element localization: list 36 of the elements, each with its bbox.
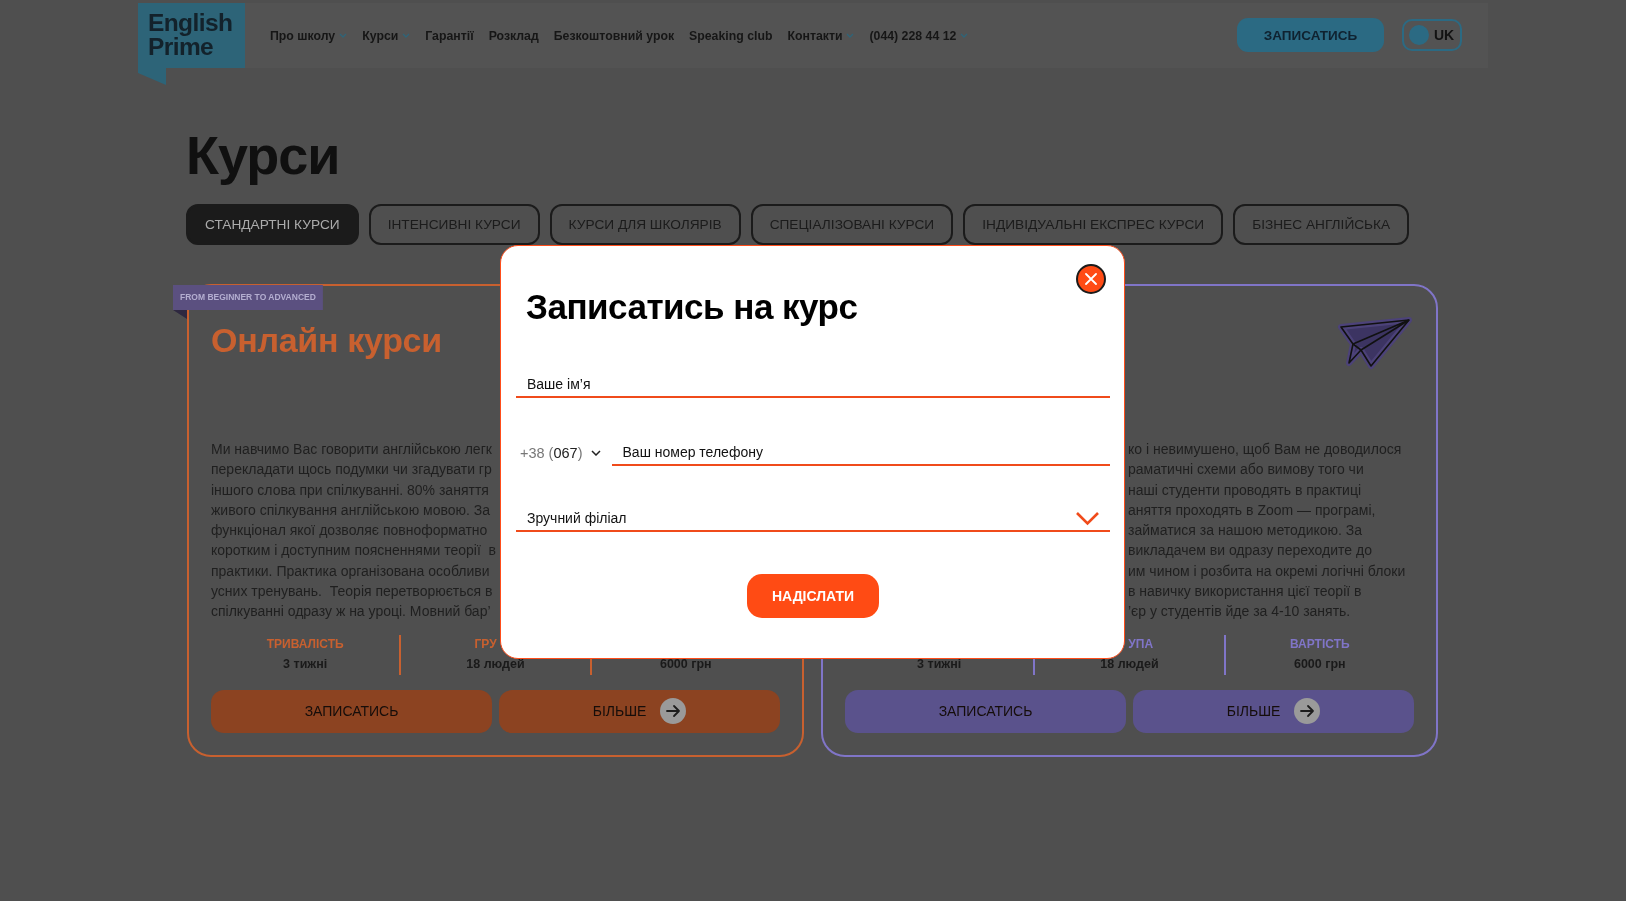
nav-link[interactable]: Про школу	[270, 28, 348, 43]
close-icon	[1085, 273, 1097, 285]
arrow-right-icon	[1294, 698, 1321, 725]
nav-link[interactable]: Гарантії	[425, 28, 474, 43]
enroll-button[interactable]: ЗАПИСАТИСЬ	[211, 689, 492, 733]
arrow-right-icon	[660, 698, 687, 725]
stat-label: УПА	[1128, 635, 1154, 653]
nav-link[interactable]: (044) 228 44 12	[869, 28, 969, 43]
stat-label: ВАРТІСТЬ	[1290, 635, 1350, 653]
name-input[interactable]: Ваше ім’я	[516, 366, 1110, 398]
caret-icon	[590, 450, 601, 456]
language-toggle[interactable]: UK	[1402, 19, 1462, 51]
more-button[interactable]: БІЛЬШЕ	[499, 689, 780, 733]
course-tab[interactable]: СТАНДАРТНІ КУРСИ	[186, 204, 359, 245]
level-badge: FROM BEGINNER TO ADVANCED	[173, 285, 323, 319]
signup-button[interactable]: ЗАПИСАТИСЬ	[1237, 18, 1384, 52]
close-button[interactable]	[1076, 264, 1106, 294]
nav-link[interactable]: Курси	[362, 28, 411, 43]
nav-link[interactable]: Speaking club	[689, 28, 773, 43]
more-button[interactable]: БІЛЬШЕ	[1133, 689, 1414, 733]
modal-title: Записатись на курс	[526, 286, 858, 328]
chevron-down-icon	[1075, 510, 1100, 526]
branch-select[interactable]: Зручний філіал	[516, 500, 1110, 532]
page-title: Курси	[186, 126, 340, 185]
country-code-dropdown[interactable]: +38 (067)	[516, 434, 605, 466]
card-title: Онлайн курси	[211, 320, 442, 360]
stat-label: ГРУ	[474, 635, 497, 653]
nav-link[interactable]: Безкоштовний урок	[553, 28, 675, 43]
nav-link[interactable]: Розклад	[488, 28, 539, 43]
nav-link[interactable]: Контакти	[787, 28, 855, 43]
phone-input[interactable]: Ваш номер телефону	[611, 434, 1110, 466]
stat-label: ТРИВАЛІСТЬ	[266, 635, 344, 653]
submit-button[interactable]: НАДІСЛАТИ	[747, 574, 879, 618]
enroll-button[interactable]: ЗАПИСАТИСЬ	[845, 689, 1126, 733]
logo[interactable]: English Prime	[138, 3, 245, 85]
toggle-knob-icon	[1409, 25, 1429, 45]
